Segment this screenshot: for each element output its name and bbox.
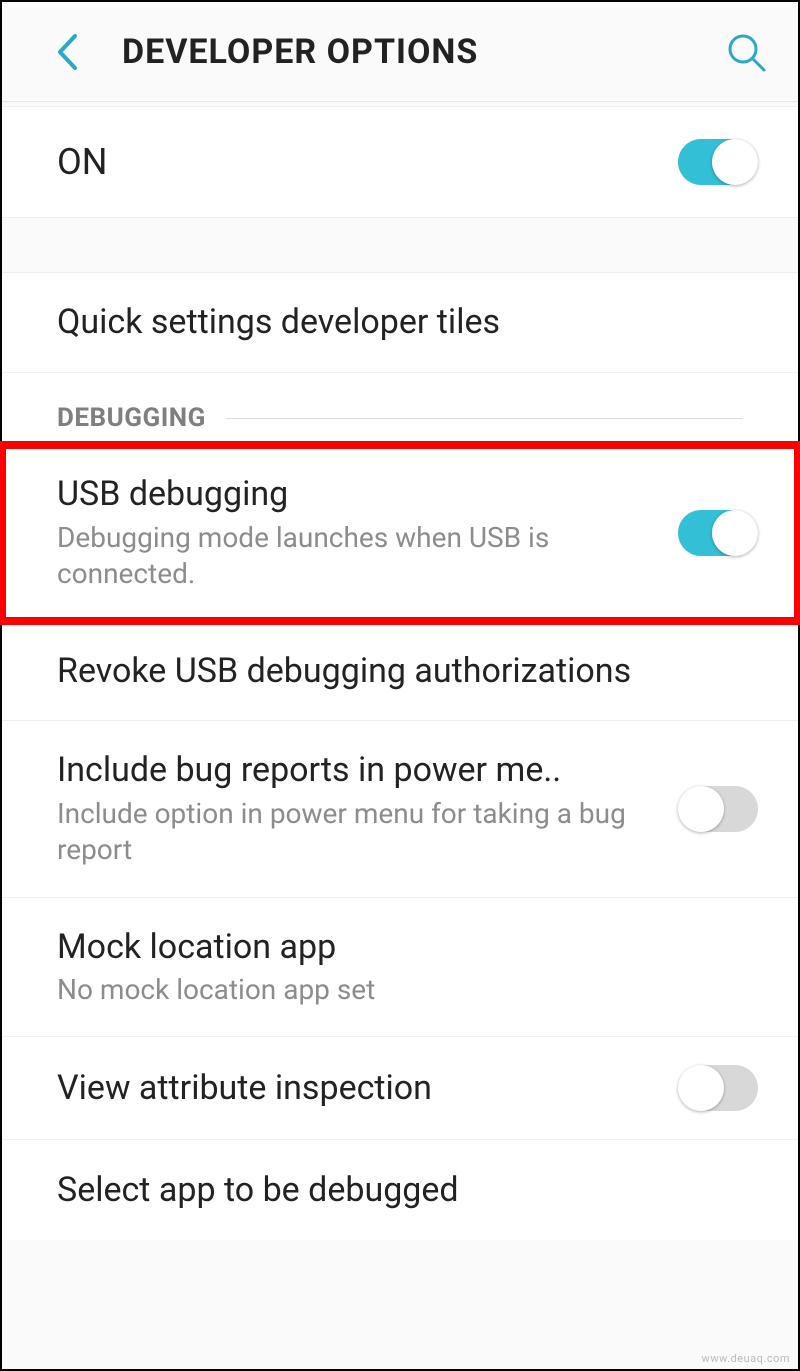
- settings-list: Quick settings developer tiles DEBUGGING…: [2, 272, 798, 1240]
- item-title: Quick settings developer tiles: [57, 301, 738, 344]
- item-title: Select app to be debugged: [57, 1169, 738, 1212]
- item-title: View attribute inspection: [57, 1067, 658, 1110]
- watermark: www.deuaq.com: [702, 1352, 790, 1365]
- master-toggle-row[interactable]: ON: [2, 106, 798, 218]
- divider: [226, 418, 743, 419]
- spacer: [2, 218, 798, 272]
- item-revoke-usb-auth[interactable]: Revoke USB debugging authorizations: [2, 621, 798, 721]
- search-button[interactable]: [724, 30, 768, 74]
- item-title: Mock location app: [57, 926, 738, 969]
- page-title: DEVELOPER OPTIONS: [122, 32, 724, 72]
- back-button[interactable]: [47, 27, 87, 77]
- usb-debugging-toggle[interactable]: [678, 510, 758, 556]
- item-quick-settings-tiles[interactable]: Quick settings developer tiles: [2, 273, 798, 373]
- chevron-left-icon: [56, 33, 78, 71]
- item-description: Include option in power menu for taking …: [57, 796, 658, 869]
- master-toggle-switch[interactable]: [678, 139, 758, 185]
- item-bug-reports-power-menu[interactable]: Include bug reports in power me.. Includ…: [2, 721, 798, 897]
- section-header-debugging: DEBUGGING: [2, 373, 798, 445]
- bug-reports-toggle[interactable]: [678, 786, 758, 832]
- item-title: Include bug reports in power me..: [57, 749, 658, 792]
- item-description: Debugging mode launches when USB is conn…: [57, 520, 658, 593]
- item-view-attribute-inspection[interactable]: View attribute inspection: [2, 1037, 798, 1140]
- item-title: USB debugging: [57, 473, 658, 516]
- search-icon: [725, 31, 767, 73]
- section-label: DEBUGGING: [57, 403, 206, 433]
- app-header: DEVELOPER OPTIONS: [2, 2, 798, 102]
- item-mock-location-app[interactable]: Mock location app No mock location app s…: [2, 898, 798, 1038]
- view-attr-toggle[interactable]: [678, 1065, 758, 1111]
- item-title: Revoke USB debugging authorizations: [57, 650, 738, 693]
- item-select-app-to-debug[interactable]: Select app to be debugged: [2, 1140, 798, 1240]
- master-toggle-label: ON: [57, 141, 107, 183]
- item-usb-debugging[interactable]: USB debugging Debugging mode launches wh…: [2, 445, 798, 621]
- item-description: No mock location app set: [57, 972, 738, 1008]
